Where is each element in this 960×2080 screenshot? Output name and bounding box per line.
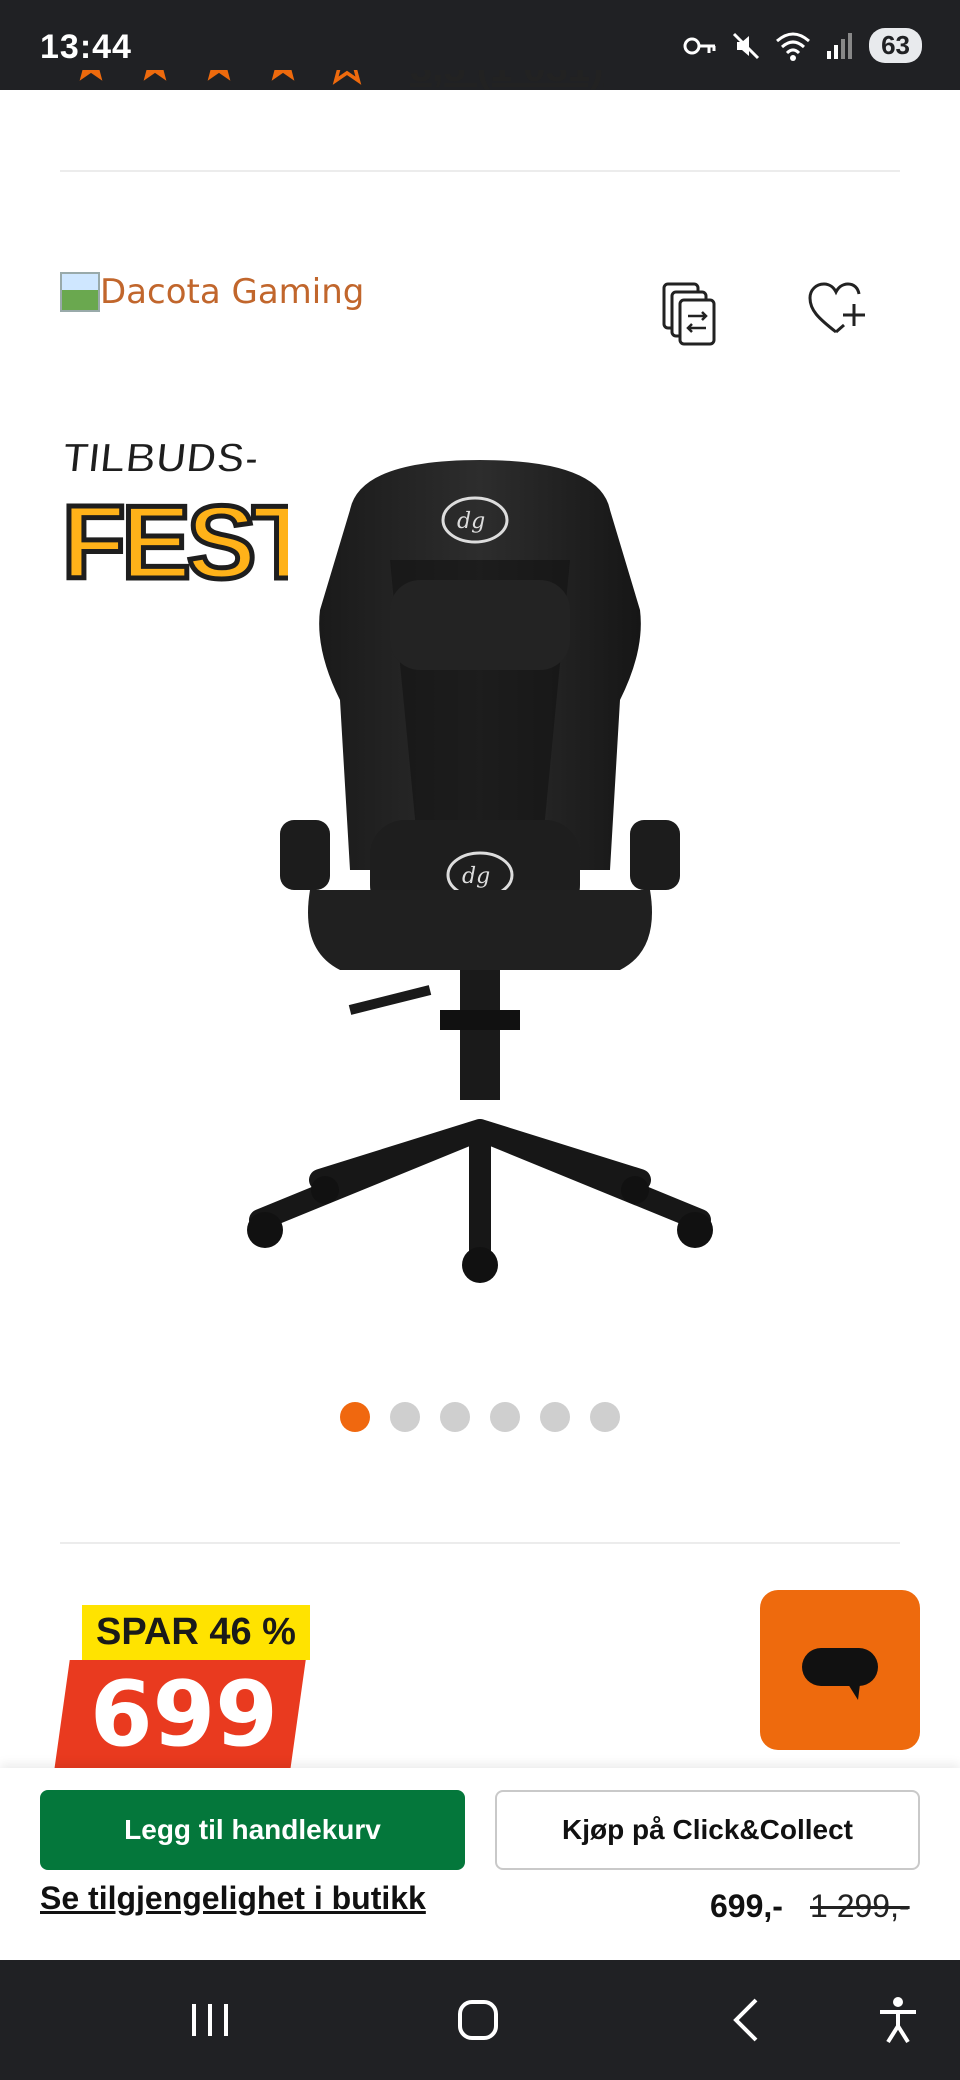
star-half-icon	[271, 70, 295, 81]
star-empty-icon	[332, 70, 362, 85]
recent-apps-icon[interactable]	[180, 1990, 240, 2050]
rating-stars	[70, 70, 368, 86]
system-nav-bar	[0, 1960, 960, 2080]
svg-text:dg: dg	[457, 509, 485, 534]
original-price: 1 299,-	[810, 1888, 910, 1924]
brand-link[interactable]: Dacota Gaming	[60, 272, 364, 312]
save-percent-badge: SPAR 46 %	[82, 1605, 310, 1660]
star-full-icon	[207, 70, 231, 81]
carousel-dot-1[interactable]	[340, 1402, 370, 1432]
divider	[60, 1542, 900, 1544]
battery-indicator: 63	[869, 28, 922, 63]
wifi-icon	[776, 32, 811, 61]
chat-button[interactable]	[760, 1590, 920, 1750]
add-to-cart-button[interactable]: Legg til handlekurv	[40, 1790, 465, 1870]
carousel-dot-4[interactable]	[490, 1402, 520, 1432]
signal-icon	[827, 32, 853, 59]
click-collect-button[interactable]: Kjøp på Click&Collect	[495, 1790, 920, 1870]
rating-row[interactable]: 3,5 (1 031)	[60, 70, 900, 110]
divider	[60, 170, 900, 172]
back-icon[interactable]	[718, 1990, 778, 2050]
chat-bubble-icon	[802, 1648, 878, 1700]
compare-icon[interactable]	[660, 280, 722, 346]
price-badge-value: 699	[90, 1662, 278, 1767]
current-price: 699,-	[710, 1888, 783, 1924]
svg-text:dg: dg	[462, 864, 490, 889]
carousel-dot-6[interactable]	[590, 1402, 620, 1432]
image-carousel-dots	[340, 1402, 620, 1432]
carousel-dot-5[interactable]	[540, 1402, 570, 1432]
accessibility-icon[interactable]	[868, 1990, 928, 2050]
app-screen: 13:44 63 3,5 (1 031) Dacota Gaming	[0, 0, 960, 2080]
star-full-icon	[143, 70, 167, 81]
rating-link[interactable]: 3,5 (1 031)	[410, 70, 603, 91]
store-availability-link[interactable]: Se tilgjengelighet i butikk	[40, 1880, 426, 1917]
brand-name: Dacota Gaming	[100, 272, 365, 312]
status-icons: 63	[683, 28, 922, 63]
product-image-chair[interactable]: dg dg	[240, 450, 720, 1290]
purchase-action-bar: Legg til handlekurv Kjøp på Click&Collec…	[0, 1768, 960, 1960]
key-icon	[683, 37, 716, 54]
carousel-dot-2[interactable]	[390, 1402, 420, 1432]
status-time: 13:44	[40, 28, 132, 66]
broken-image-icon	[60, 272, 100, 312]
star-full-icon	[79, 70, 103, 81]
heart-plus-icon[interactable]	[808, 282, 868, 338]
svg-text:TILBUDS-: TILBUDS-	[60, 434, 261, 481]
mute-icon	[733, 32, 760, 59]
home-icon[interactable]	[448, 1990, 508, 2050]
carousel-dot-3[interactable]	[440, 1402, 470, 1432]
